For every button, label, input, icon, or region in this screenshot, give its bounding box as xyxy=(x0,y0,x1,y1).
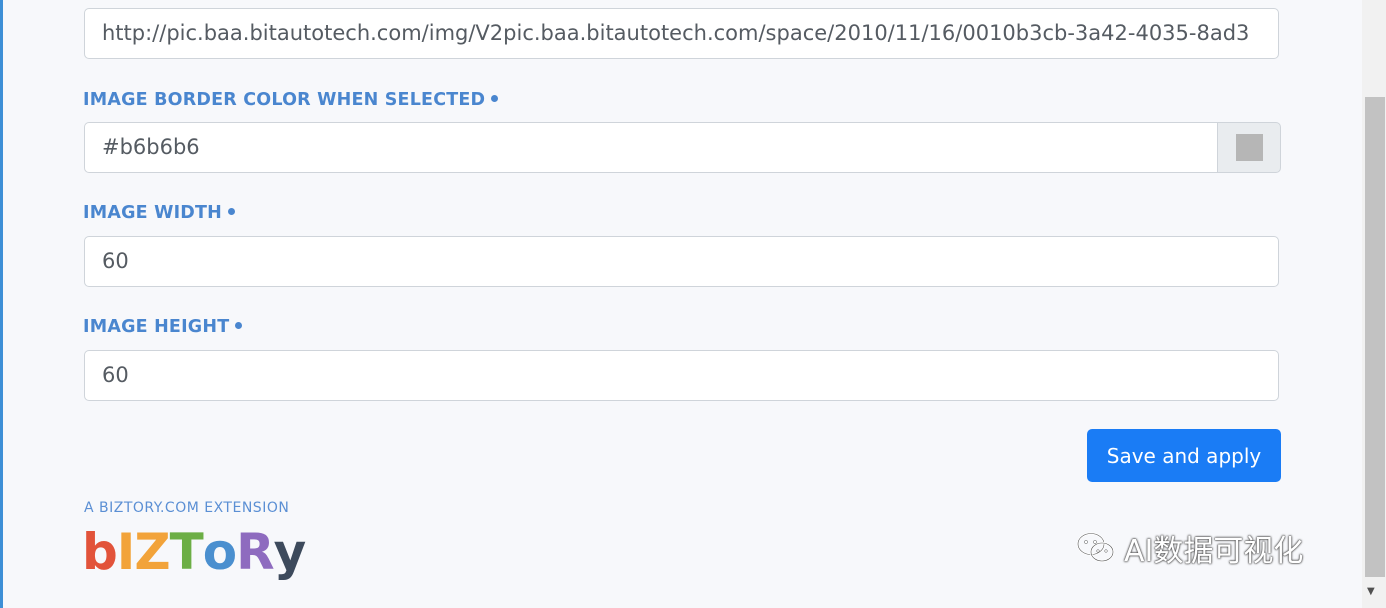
logo-letter: y xyxy=(273,523,307,581)
image-width-field[interactable]: 60 xyxy=(84,236,1279,287)
watermark-text: AI数据可视化 xyxy=(1124,534,1304,569)
image-width-label: IMAGE WIDTH xyxy=(83,203,236,223)
left-edge-border xyxy=(0,0,3,608)
logo-letter: T xyxy=(169,523,204,581)
border-color-field[interactable]: #b6b6b6 xyxy=(84,122,1217,173)
image-url-value: http://pic.baa.bitautotech.com/img/V2pic… xyxy=(102,21,1250,45)
required-dot-icon xyxy=(491,94,499,102)
wechat-icon xyxy=(1076,532,1115,563)
border-color-label-text: IMAGE BORDER COLOR WHEN SELECTED xyxy=(83,90,486,110)
logo-letter: b xyxy=(82,523,118,581)
watermark: AI数据可视化 xyxy=(1076,526,1303,570)
logo-letter: I xyxy=(116,523,136,581)
required-dot-icon xyxy=(228,207,236,215)
image-height-label-text: IMAGE HEIGHT xyxy=(83,317,230,337)
border-color-input-group: #b6b6b6 xyxy=(84,122,1281,173)
border-color-label: IMAGE BORDER COLOR WHEN SELECTED xyxy=(83,90,499,110)
logo-letter: R xyxy=(236,523,275,581)
logo-letter: o xyxy=(202,523,237,581)
image-height-label: IMAGE HEIGHT xyxy=(83,317,243,337)
extension-credit[interactable]: A BIZTORY.COM EXTENSION xyxy=(84,500,289,516)
scrollbar-thumb[interactable] xyxy=(1365,97,1385,577)
save-and-apply-button[interactable]: Save and apply xyxy=(1087,429,1281,482)
image-url-field[interactable]: http://pic.baa.bitautotech.com/img/V2pic… xyxy=(84,8,1279,59)
image-width-label-text: IMAGE WIDTH xyxy=(83,203,223,223)
color-picker-button[interactable] xyxy=(1217,122,1281,173)
required-dot-icon xyxy=(235,321,243,329)
biztory-logo[interactable]: bIZToRy xyxy=(82,520,307,584)
image-height-field[interactable]: 60 xyxy=(84,350,1279,401)
logo-letter: Z xyxy=(134,523,170,581)
color-swatch xyxy=(1235,134,1263,161)
scroll-down-arrow-icon[interactable]: ▼ xyxy=(1367,586,1375,597)
